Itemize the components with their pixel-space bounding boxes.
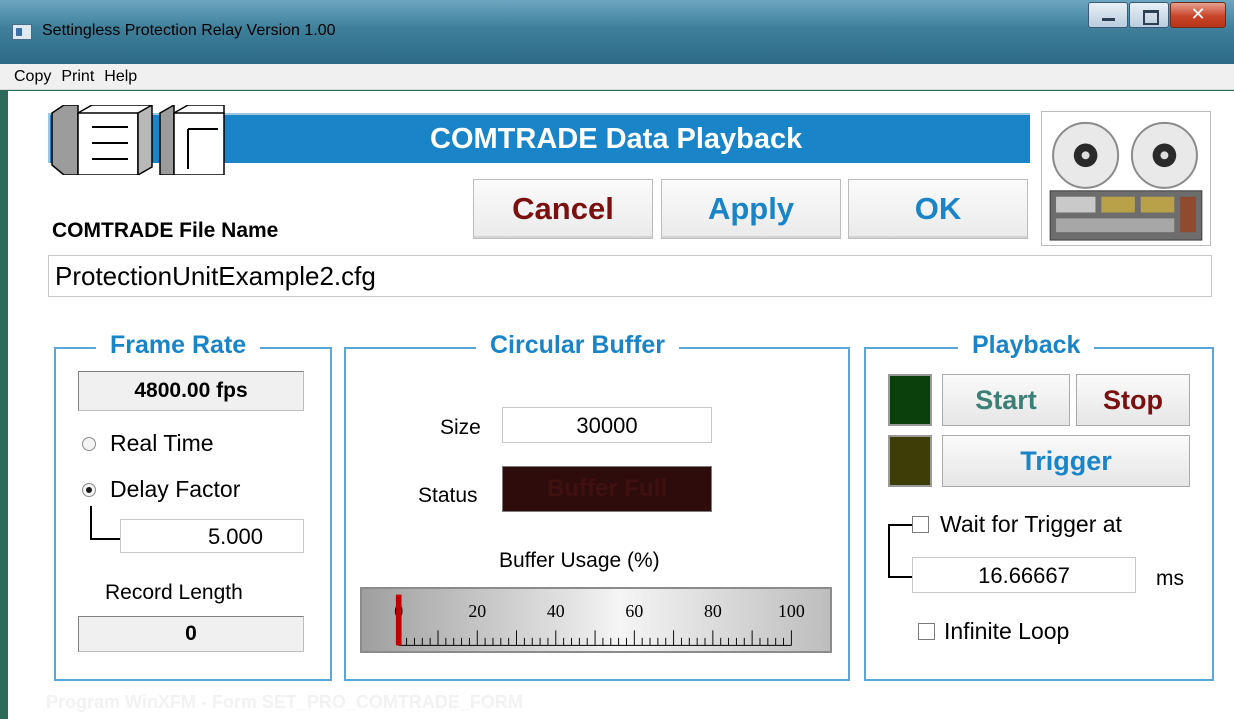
start-button[interactable]: Start	[942, 374, 1070, 426]
buffer-status-indicator: Buffer Full	[502, 466, 712, 512]
trigger-button[interactable]: Trigger	[942, 435, 1190, 487]
gauge-tick-labels: 0 20 40 60 80 100	[394, 601, 805, 621]
tape-recorder-icon	[1041, 111, 1211, 246]
buffer-status-label: Status	[418, 484, 478, 507]
wait-trigger-label[interactable]: Wait for Trigger at	[940, 511, 1122, 538]
delay-factor-input[interactable]: 5.000	[120, 519, 304, 553]
company-logo	[51, 105, 225, 175]
gauge-needle	[395, 594, 402, 646]
maximize-button[interactable]	[1129, 2, 1169, 28]
wait-trigger-input[interactable]: 16.66667	[912, 557, 1136, 593]
close-icon: ✕	[1190, 4, 1206, 25]
buffer-usage-label: Buffer Usage (%)	[499, 549, 660, 572]
app-icon	[12, 24, 32, 40]
gauge-tick-marks	[398, 630, 792, 646]
menu-copy[interactable]: Copy	[14, 68, 51, 86]
delay-factor-label[interactable]: Delay Factor	[110, 476, 240, 503]
close-button[interactable]: ✕	[1170, 2, 1226, 28]
circular-buffer-title: Circular Buffer	[476, 331, 680, 360]
buffer-size-input[interactable]: 30000	[502, 407, 712, 443]
infinite-loop-label[interactable]: Infinite Loop	[944, 618, 1069, 645]
playback-title: Playback	[958, 331, 1095, 360]
gauge-tick-100: 100	[778, 601, 805, 621]
wait-trigger-checkbox[interactable]	[912, 516, 929, 533]
window-title: Settingless Protection Relay Version 1.0…	[42, 22, 336, 39]
menu-print[interactable]: Print	[61, 68, 94, 86]
buffer-size-label: Size	[440, 416, 481, 439]
trigger-status-led	[888, 435, 932, 487]
file-name-label: COMTRADE File Name	[52, 219, 279, 242]
buffer-usage-gauge: 0 20 40 60 80 100	[360, 587, 832, 653]
infinite-loop-checkbox[interactable]	[918, 623, 935, 640]
cancel-button[interactable]: Cancel	[473, 179, 653, 239]
wait-trigger-bracket	[888, 524, 912, 578]
gauge-tick-20: 20	[468, 601, 486, 621]
delay-factor-value: 5.000	[207, 524, 263, 549]
gauge-tick-80: 80	[704, 601, 722, 621]
wait-trigger-unit: ms	[1156, 567, 1184, 590]
form-info-footer: Program WinXFM - Form SET_PRO_COMTRADE_F…	[46, 692, 523, 712]
delay-factor-bracket	[90, 506, 120, 540]
record-length-readout: 0	[78, 616, 304, 652]
gauge-tick-40: 40	[547, 601, 565, 621]
real-time-radio[interactable]	[82, 437, 96, 451]
gauge-tick-60: 60	[625, 601, 643, 621]
record-length-label: Record Length	[105, 581, 243, 604]
window-controls: ✕	[1087, 2, 1226, 28]
title-bar: Settingless Protection Relay Version 1.0…	[0, 0, 1234, 64]
menu-help[interactable]: Help	[104, 68, 137, 86]
frame-rate-title: Frame Rate	[96, 331, 261, 360]
menu-bar: Copy Print Help	[0, 64, 1234, 90]
minimize-button[interactable]	[1088, 2, 1128, 28]
fps-readout: 4800.00 fps	[78, 371, 304, 411]
delay-factor-radio[interactable]	[82, 483, 96, 497]
start-status-led	[888, 374, 932, 426]
form-client-area: COMTRADE Data Playback Cancel Apply OK C…	[8, 91, 1234, 719]
file-name-input[interactable]: ProtectionUnitExample2.cfg	[48, 255, 1212, 297]
real-time-label[interactable]: Real Time	[110, 430, 214, 457]
page-title: COMTRADE Data Playback	[430, 123, 803, 155]
apply-button[interactable]: Apply	[661, 179, 841, 239]
ok-button[interactable]: OK	[848, 179, 1028, 239]
stop-button[interactable]: Stop	[1076, 374, 1190, 426]
